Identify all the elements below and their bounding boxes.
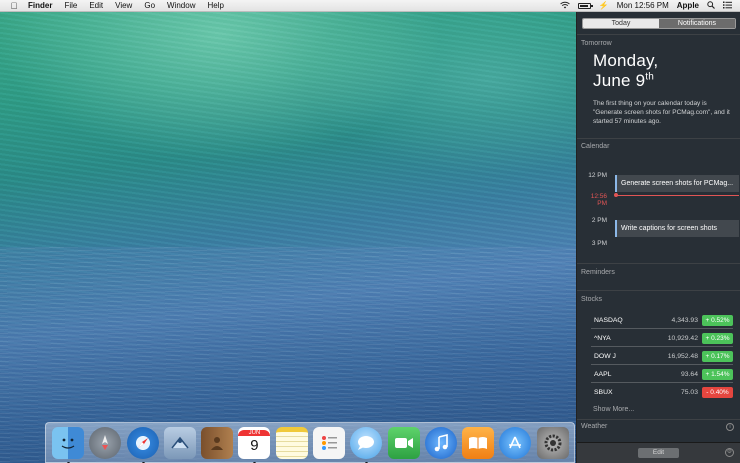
wifi-icon[interactable] — [560, 1, 570, 11]
nc-tabs: Today Notifications — [582, 18, 736, 29]
today-day: Monday, — [593, 51, 659, 70]
contacts-icon[interactable] — [201, 426, 234, 459]
today-date: June 9th — [593, 71, 654, 90]
divider — [577, 138, 740, 139]
search-icon[interactable] — [707, 0, 715, 11]
tomorrow-header: Tomorrow — [581, 40, 612, 47]
today-summary: The first thing on your calendar today i… — [593, 100, 730, 125]
divider — [577, 263, 740, 264]
stock-change-badge[interactable]: + 0.23% — [702, 333, 733, 344]
facetime-icon[interactable] — [387, 426, 420, 459]
stock-change-badge[interactable]: + 0.52% — [702, 315, 733, 326]
tab-notifications[interactable]: Notifications — [659, 19, 735, 28]
time-label: 3 PM — [591, 240, 607, 247]
menu-edit[interactable]: Edit — [83, 1, 109, 10]
stock-row[interactable]: DOW J 16,952.48 + 0.17% — [591, 348, 733, 365]
launchpad-icon[interactable] — [89, 426, 122, 459]
stocks-header[interactable]: Stocks — [581, 296, 602, 303]
info-icon[interactable]: i — [726, 423, 734, 431]
menu-extras: ⚡ Mon 12:56 PM Apple — [560, 0, 740, 11]
divider — [577, 290, 740, 291]
time-label: 2 PM — [591, 217, 607, 224]
divider — [577, 34, 740, 35]
itunes-icon[interactable] — [424, 426, 457, 459]
tab-today[interactable]: Today — [583, 19, 659, 28]
reminders-header[interactable]: Reminders — [581, 269, 615, 276]
current-time-label: 12:56 PM — [590, 193, 607, 207]
apple-icon[interactable]:  — [6, 1, 22, 11]
battery-icon[interactable] — [577, 2, 593, 9]
charging-icon: ⚡ — [598, 1, 609, 10]
stock-row[interactable]: SBUX 75.03 - 0.40% — [591, 384, 733, 401]
stock-price: 4,343.93 — [671, 317, 698, 324]
stock-symbol: AAPL — [594, 371, 612, 378]
ibooks-icon[interactable] — [462, 426, 495, 459]
stock-row[interactable]: NASDAQ 4,343.93 + 0.52% — [591, 312, 733, 329]
messages-icon[interactable] — [350, 426, 383, 463]
stock-symbol: NASDAQ — [594, 317, 623, 324]
system-preferences-icon[interactable] — [536, 426, 569, 459]
calendar-header[interactable]: Calendar — [581, 143, 609, 150]
reminders-app-icon[interactable] — [312, 426, 345, 459]
dock: JUN 9 — [45, 422, 575, 463]
nc-footer: Edit ⚙ — [577, 442, 740, 463]
calendar-app-icon[interactable]: JUN 9 — [238, 426, 271, 463]
menu-view[interactable]: View — [109, 1, 138, 10]
stock-price: 75.03 — [680, 389, 698, 396]
menu-window[interactable]: Window — [161, 1, 201, 10]
app-store-icon[interactable] — [499, 426, 532, 459]
stock-price: 16,952.48 — [667, 353, 698, 360]
stock-symbol: DOW J — [594, 353, 616, 360]
stock-price: 10,929.42 — [667, 335, 698, 342]
stock-row[interactable]: ^NYA 10,929.42 + 0.23% — [591, 330, 733, 347]
stock-change-badge[interactable]: - 0.40% — [702, 387, 733, 398]
stock-symbol: SBUX — [594, 389, 613, 396]
current-time-line — [615, 195, 739, 196]
calendar-app-day: 9 — [250, 436, 259, 454]
stock-symbol: ^NYA — [594, 335, 611, 342]
current-time-dot — [614, 193, 618, 197]
list-icon[interactable] — [723, 1, 732, 11]
menu-bar:  Finder File Edit View Go Window Help ⚡… — [0, 0, 740, 12]
settings-gear-icon[interactable]: ⚙ — [725, 448, 734, 457]
mail-icon[interactable] — [163, 426, 196, 459]
menu-go[interactable]: Go — [138, 1, 161, 10]
notification-center: Today Notifications Tomorrow Monday, Jun… — [576, 12, 740, 463]
stock-change-badge[interactable]: + 1.54% — [702, 369, 733, 380]
safari-icon[interactable] — [126, 426, 159, 463]
menu-file[interactable]: File — [58, 1, 83, 10]
menu-help[interactable]: Help — [201, 1, 229, 10]
menu-user[interactable]: Apple — [677, 1, 699, 10]
menu-clock[interactable]: Mon 12:56 PM — [617, 1, 669, 10]
weather-header[interactable]: Weather — [581, 423, 607, 430]
finder-icon[interactable] — [52, 426, 84, 463]
menu-finder[interactable]: Finder — [22, 1, 58, 10]
stock-price: 93.64 — [680, 371, 698, 378]
divider — [577, 419, 740, 420]
notes-icon[interactable] — [275, 426, 308, 459]
calendar-event[interactable]: Write captions for screen shots — [615, 220, 739, 237]
stock-change-badge[interactable]: + 0.17% — [702, 351, 733, 362]
calendar-event[interactable]: Generate screen shots for PCMag... — [615, 175, 739, 192]
show-more-link[interactable]: Show More... — [593, 406, 634, 413]
stock-row[interactable]: AAPL 93.64 + 1.54% — [591, 366, 733, 383]
edit-button[interactable]: Edit — [638, 448, 679, 458]
time-label: 12 PM — [588, 172, 607, 179]
desktop-wallpaper — [0, 12, 576, 463]
